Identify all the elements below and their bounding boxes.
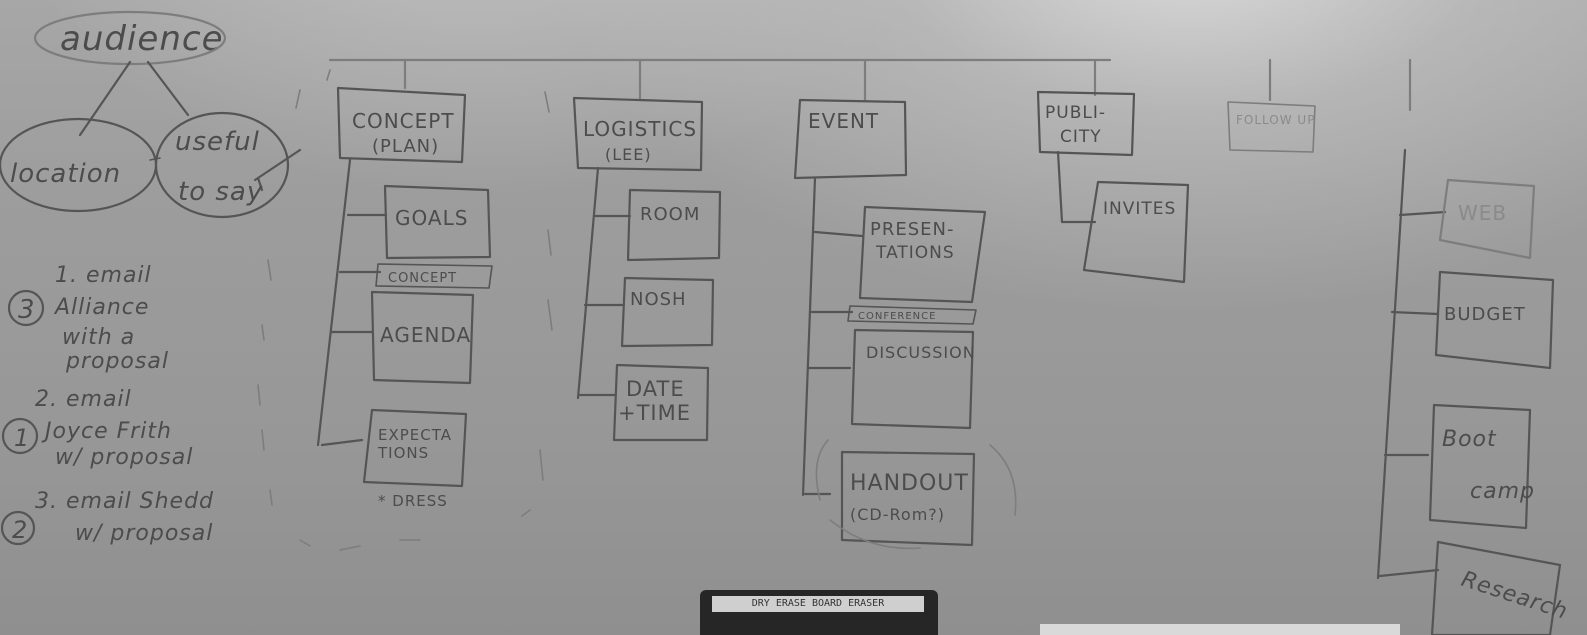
concept-agenda: AGENDA (380, 323, 471, 347)
logistics-date: DATE (626, 377, 685, 401)
concept-header-2: (PLAN) (372, 136, 439, 157)
eraser-label: DRY ERASE BOARD ERASER (712, 596, 924, 612)
useful-text: useful (175, 127, 260, 157)
concept-expecta: EXPECTA (378, 426, 452, 444)
event-conference: CONFERENCE (858, 311, 936, 322)
logistics-time: +TIME (618, 401, 691, 425)
todo-2-number: 1 (14, 424, 30, 452)
right-camp: camp (1470, 479, 1535, 504)
whiteboard-drawing: audience location useful to say 3 1. ema… (0, 10, 1571, 635)
logistics-room: ROOM (640, 204, 700, 225)
todo-1-line-2: Alliance (53, 295, 149, 320)
to-say-text: to say (178, 177, 263, 207)
concept-concept: CONCEPT (388, 271, 457, 286)
whiteboard: audience location useful to say 3 1. ema… (0, 0, 1587, 635)
right-research: Research (1458, 567, 1571, 625)
event-discussion: DISCUSSION (866, 343, 976, 362)
event-handout: HANDOUT (850, 471, 969, 496)
concept-column: CONCEPT (PLAN) GOALS CONCEPT AGENDA EXPE… (316, 86, 493, 510)
todo-2-line-3: w/ proposal (55, 445, 193, 470)
audience-diagram: audience location useful to say (0, 10, 302, 219)
publicity-header-2: CITY (1060, 127, 1102, 147)
location-text: location (10, 159, 121, 189)
todo-list: 3 1. email Alliance with a proposal 1 2.… (0, 263, 214, 546)
right-budget: BUDGET (1444, 304, 1526, 325)
followup-column: FOLLOW UP (1227, 101, 1316, 153)
right-boot: Boot (1442, 427, 1497, 452)
marker-tray (1040, 624, 1400, 635)
event-header: EVENT (808, 109, 879, 133)
logistics-header-1: LOGISTICS (583, 117, 697, 141)
concept-tions: TIONS (377, 444, 429, 462)
todo-1-number: 3 (18, 295, 36, 325)
audience-text: audience (60, 19, 224, 59)
concept-dress-note: * DRESS (378, 492, 448, 510)
todo-1-line-1: 1. email (55, 263, 152, 288)
event-presentations-2: TATIONS (875, 243, 955, 263)
todo-1-line-3: with a (62, 325, 135, 350)
todo-3-line-1: 3. email Shedd (35, 489, 214, 514)
concept-header-1: CONCEPT (352, 109, 455, 133)
whiteboard-eraser: DRY ERASE BOARD ERASER (700, 590, 938, 635)
todo-3-line-2: w/ proposal (75, 521, 213, 546)
followup-header: FOLLOW UP (1236, 113, 1315, 127)
right-column: WEB BUDGET Boot camp Research (1376, 148, 1571, 635)
concept-goals: GOALS (395, 206, 468, 230)
event-cd-rom: (CD-Rom?) (850, 505, 945, 524)
logistics-header-2: (LEE) (605, 145, 652, 164)
event-column: EVENT PRESEN- TATIONS CONFERENCE DISCUSS… (793, 98, 1017, 550)
logistics-column: LOGISTICS (LEE) ROOM NOSH DATE +TIME (572, 96, 722, 442)
todo-3-number: 2 (12, 516, 28, 544)
todo-1-line-4: proposal (65, 349, 169, 374)
todo-2-line-1: 2. email (35, 387, 132, 412)
publicity-column: PUBLI- CITY INVITES (1036, 90, 1190, 284)
right-web: WEB (1458, 201, 1507, 225)
todo-2-line-2: Joyce Frith (41, 419, 172, 444)
event-presentations-1: PRESEN- (870, 219, 955, 240)
publicity-invites: INVITES (1103, 199, 1176, 219)
logistics-nosh: NOSH (630, 289, 687, 310)
publicity-header-1: PUBLI- (1045, 103, 1106, 123)
